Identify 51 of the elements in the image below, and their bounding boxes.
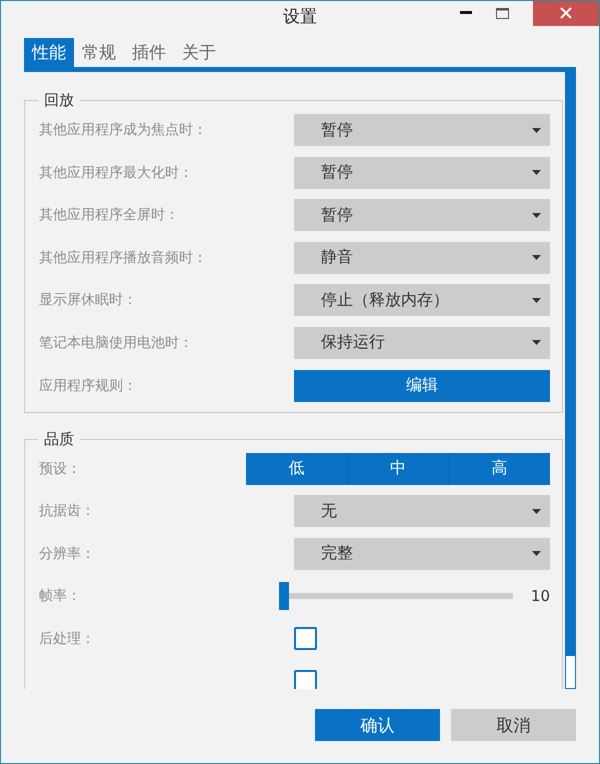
setting-label: 其他应用程序成为焦点时：	[39, 121, 208, 139]
setting-label: 其他应用程序最大化时：	[39, 164, 194, 182]
tab[interactable]: 关于	[174, 38, 224, 67]
tab[interactable]: 性能	[24, 38, 74, 67]
dropdown[interactable]: 保持运行	[294, 326, 550, 359]
dropdown[interactable]: 无	[294, 495, 550, 528]
dropdown[interactable]: 静音	[294, 242, 550, 274]
caret-icon	[532, 128, 541, 132]
slider-thumb[interactable]	[279, 582, 289, 610]
dropdown[interactable]: 暂停	[294, 156, 550, 189]
setting-label: 后处理：	[39, 630, 96, 648]
preset-button[interactable]: 高	[448, 452, 550, 485]
setting-label: 分辨率：	[39, 544, 96, 563]
setting-label: 抗据齿：	[39, 502, 96, 520]
setting-label: 预设：	[39, 460, 82, 478]
caret-icon	[532, 298, 541, 303]
dropdown[interactable]: 完整	[294, 538, 550, 570]
scrollbar[interactable]	[565, 72, 576, 689]
caret-icon	[532, 340, 541, 346]
confirm-button[interactable]: 确认	[315, 709, 440, 741]
setting-label: 其他应用程序全屏时：	[39, 206, 180, 224]
setting-label: 显示屏休眠时：	[39, 291, 138, 310]
dropdown[interactable]: 暂停	[294, 199, 550, 232]
group-title: 品质	[43, 430, 75, 449]
preset-button[interactable]: 中	[346, 452, 448, 485]
tab[interactable]: 插件	[124, 38, 174, 67]
window-title: 设置	[283, 6, 317, 28]
slider-value: 10	[530, 587, 550, 606]
edit-button[interactable]: 编辑	[294, 370, 550, 402]
close-button[interactable]	[533, 1, 599, 26]
setting-label: 应用程序规则：	[39, 376, 138, 395]
checkbox[interactable]	[294, 627, 317, 650]
setting-label: 笔记本电脑使用电池时：	[39, 334, 194, 352]
preset-button[interactable]: 低	[246, 452, 347, 485]
minimize-icon[interactable]	[460, 11, 472, 15]
group-title: 回放	[43, 91, 75, 110]
setting-label: 帧率：	[39, 587, 82, 606]
dropdown[interactable]: 停止（释放内存）	[294, 284, 550, 316]
tab[interactable]: 常规	[74, 38, 124, 67]
caret-icon	[532, 551, 541, 556]
scrollbar-thumb[interactable]	[566, 72, 575, 656]
setting-label: 其他应用程序播放音频时：	[39, 248, 208, 267]
caret-icon	[532, 212, 541, 218]
caret-icon	[532, 255, 541, 260]
cancel-button[interactable]: 取消	[451, 709, 576, 741]
checkbox[interactable]	[294, 670, 317, 689]
close-icon	[560, 7, 572, 19]
dropdown[interactable]: 暂停	[294, 114, 550, 146]
caret-icon	[532, 170, 541, 176]
maximize-icon[interactable]	[496, 8, 509, 18]
caret-icon	[532, 508, 541, 514]
